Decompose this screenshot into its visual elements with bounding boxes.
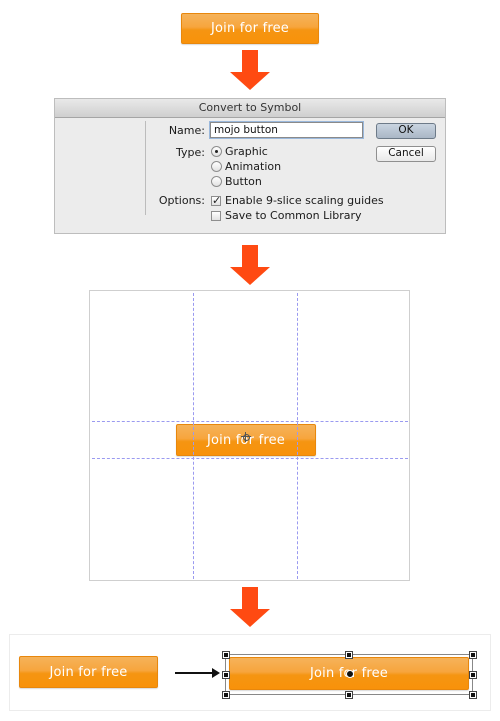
slice-guide-left[interactable] [193,293,194,579]
original-button-label: Join for free [49,665,128,680]
resize-handle-bottom-right[interactable] [469,691,477,699]
resize-handle-bottom-left[interactable] [222,691,230,699]
type-label: Type: [176,146,205,159]
down-arrow-icon [230,587,270,627]
slice-guide-bottom[interactable] [92,458,408,459]
join-for-free-label: Join for free [210,21,289,36]
ok-button[interactable]: OK [376,123,436,139]
checkbox-label: Enable 9-slice scaling guides [225,194,384,207]
down-arrow-icon [230,245,270,285]
crosshair-icon [241,432,251,442]
symbol-name-input[interactable]: mojo button [210,122,363,138]
radio-icon[interactable] [211,146,222,157]
resize-handle-top-left[interactable] [222,651,230,659]
resize-handle-bottom[interactable] [345,691,353,699]
radio-icon[interactable] [211,176,222,187]
dialog-title: Convert to Symbol [55,99,445,118]
cancel-button[interactable]: Cancel [376,146,436,162]
slice-guide-right[interactable] [297,293,298,579]
radio-label: Animation [225,160,282,173]
options-label: Options: [158,194,205,207]
transform-point-icon[interactable] [346,670,354,678]
resize-handle-left[interactable] [222,671,230,679]
radio-label: Graphic [225,145,268,158]
result-panel: Join for free Join for free [9,634,491,711]
checkbox-icon[interactable]: ✓ [211,195,221,206]
radio-icon[interactable] [211,161,222,172]
name-label: Name: [168,124,205,137]
resize-handle-right[interactable] [469,671,477,679]
down-arrow-icon [230,50,270,90]
original-join-button[interactable]: Join for free [19,656,158,688]
right-arrow-icon [175,668,223,678]
convert-to-symbol-dialog: Convert to Symbol Name: mojo button Type… [54,98,446,234]
checkbox-icon[interactable] [211,211,221,221]
resize-handle-top[interactable] [345,651,353,659]
symbol-edit-stage: Join for free [89,290,410,581]
radio-label: Button [225,175,262,188]
slice-guide-top[interactable] [92,421,408,422]
resize-handle-top-right[interactable] [469,651,477,659]
checkbox-label: Save to Common Library [225,209,362,222]
join-for-free-button[interactable]: Join for free [181,13,319,44]
